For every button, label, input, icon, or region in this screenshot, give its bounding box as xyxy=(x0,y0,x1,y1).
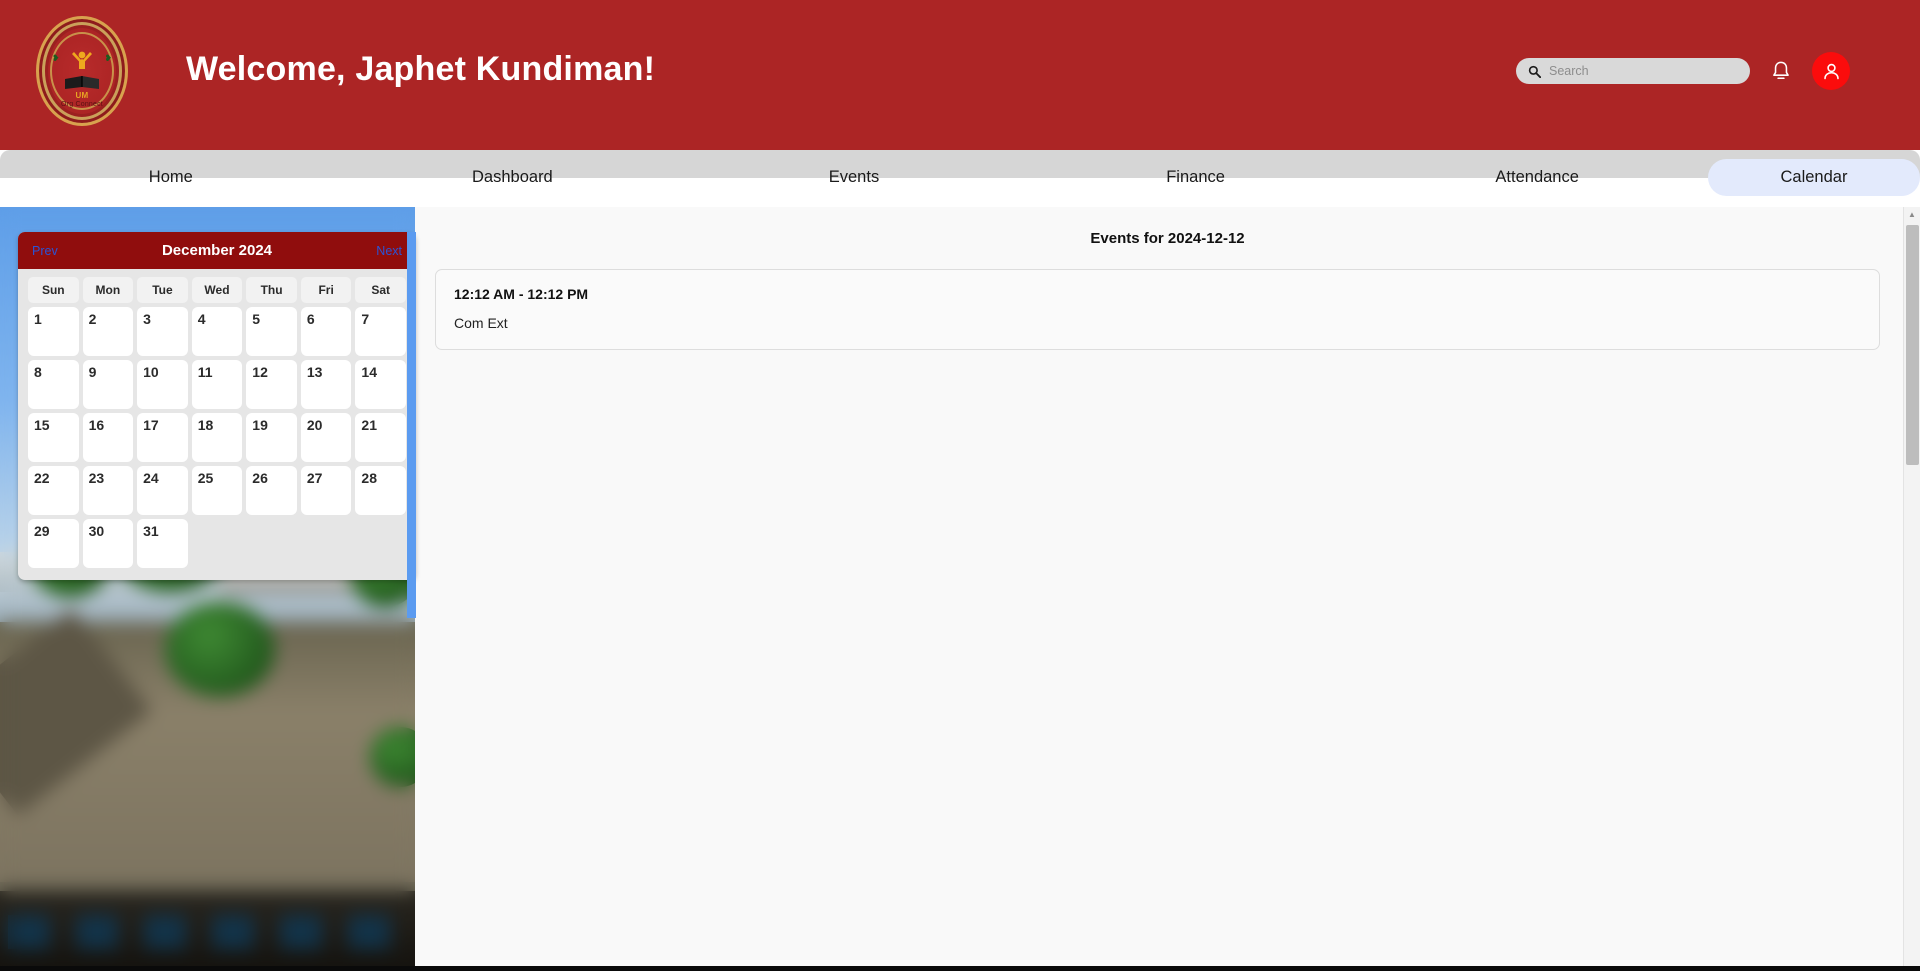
calendar-day-cell[interactable]: 27 xyxy=(300,466,352,515)
calendar-day-cell[interactable]: 12 xyxy=(246,360,297,409)
calendar-day-cell[interactable]: 8 xyxy=(28,360,79,409)
calendar-day-cell-empty xyxy=(246,519,297,568)
logo-oval-frame: ❥ ❥ UM Org Connect xyxy=(36,16,128,126)
app-header: ❥ ❥ UM Org Connect Welcome, Japhet Kundi… xyxy=(0,0,1920,150)
calendar-day-cell[interactable]: 21 xyxy=(355,413,406,462)
events-heading: Events for 2024-12-12 xyxy=(1090,230,1245,247)
event-card[interactable]: 12:12 AM - 12:12 PM Com Ext xyxy=(435,269,1880,350)
bell-icon xyxy=(1773,61,1789,80)
user-avatar-icon xyxy=(1823,63,1839,79)
calendar-day-cell[interactable]: 3 xyxy=(137,307,188,356)
logo-org-name: Org Connect xyxy=(61,101,103,108)
calendar-day-cell[interactable]: 15 xyxy=(28,413,79,462)
calendar-day-cell[interactable]: 10 xyxy=(137,360,188,409)
calendar-header: Prev December 2024 Next xyxy=(18,232,416,269)
calendar-page: ❥ ❥ UM Org Connect Welcome, Japhet Kundi… xyxy=(0,0,1920,971)
calendar-scrollbar[interactable] xyxy=(407,232,416,618)
calendar-day-cell[interactable]: 13 xyxy=(300,360,352,409)
header-actions xyxy=(1516,52,1850,90)
notifications-button[interactable] xyxy=(1768,57,1794,85)
main-nav-items: Home Dashboard Events Finance Attendance… xyxy=(0,152,1920,202)
events-panel: Events for 2024-12-12 12:12 AM - 12:12 P… xyxy=(415,207,1920,971)
search-box[interactable] xyxy=(1516,58,1750,84)
window-bottom-edge xyxy=(0,966,1920,971)
weekday-mon: Mon xyxy=(82,277,134,303)
scroll-up-arrow-icon[interactable]: ▲ xyxy=(1904,209,1920,221)
calendar-day-cell[interactable]: 24 xyxy=(137,466,188,515)
calendar-day-cell[interactable]: 25 xyxy=(191,466,243,515)
calendar-weekday-row: Sun Mon Tue Wed Thu Fri Sat xyxy=(28,277,406,303)
calendar-day-cell[interactable]: 19 xyxy=(246,413,297,462)
content-area: Prev December 2024 Next Sun Mon Tue Wed … xyxy=(0,207,1920,971)
calendar-widget: Prev December 2024 Next Sun Mon Tue Wed … xyxy=(18,232,416,580)
calendar-day-cell[interactable]: 16 xyxy=(82,413,134,462)
nav-item-finance[interactable]: Finance xyxy=(1025,159,1367,196)
calendar-next-button[interactable]: Next xyxy=(376,244,402,258)
calendar-day-cell[interactable]: 22 xyxy=(28,466,79,515)
search-input[interactable] xyxy=(1549,64,1738,78)
event-time: 12:12 AM - 12:12 PM xyxy=(454,286,589,302)
weekday-wed: Wed xyxy=(191,277,243,303)
weekday-sat: Sat xyxy=(355,277,406,303)
page-scrollbar[interactable]: ▲ xyxy=(1903,207,1920,971)
calendar-day-cell[interactable]: 26 xyxy=(246,466,297,515)
calendar-day-cell[interactable]: 31 xyxy=(137,519,188,568)
calendar-day-cell[interactable]: 23 xyxy=(82,466,134,515)
calendar-day-cell[interactable]: 7 xyxy=(355,307,406,356)
weekday-sun: Sun xyxy=(28,277,79,303)
page-title: Welcome, Japhet Kundiman! xyxy=(186,50,656,88)
calendar-day-cell-empty xyxy=(301,519,352,568)
calendar-day-cell[interactable]: 5 xyxy=(246,307,297,356)
user-avatar-button[interactable] xyxy=(1812,52,1850,90)
event-name: Com Ext xyxy=(454,315,508,331)
nav-item-calendar[interactable]: Calendar xyxy=(1707,158,1920,196)
calendar-day-grid: 1 2 3 4 5 6 7 8 9 10 11 12 13 14 15 16 1 xyxy=(28,307,406,568)
weekday-thu: Thu xyxy=(246,277,297,303)
calendar-day-cell[interactable]: 1 xyxy=(28,307,79,356)
calendar-day-cell[interactable]: 17 xyxy=(137,413,188,462)
calendar-day-cell[interactable]: 28 xyxy=(355,466,406,515)
nav-item-home[interactable]: Home xyxy=(0,159,342,196)
calendar-month-label: December 2024 xyxy=(161,242,273,259)
calendar-day-cell[interactable]: 6 xyxy=(300,307,352,356)
calendar-day-cell[interactable]: 30 xyxy=(82,519,134,568)
logo-book-icon xyxy=(65,76,99,89)
logo-laurel-right-icon: ❥ xyxy=(104,53,112,63)
search-icon xyxy=(1528,65,1541,78)
calendar-day-cell[interactable]: 18 xyxy=(191,413,243,462)
nav-item-events[interactable]: Events xyxy=(683,159,1025,196)
weekday-tue: Tue xyxy=(137,277,188,303)
calendar-day-cell[interactable]: 2 xyxy=(82,307,134,356)
calendar-day-cell[interactable]: 14 xyxy=(355,360,406,409)
weekday-fri: Fri xyxy=(300,277,352,303)
org-logo: ❥ ❥ UM Org Connect xyxy=(36,16,128,126)
calendar-day-cell-empty xyxy=(355,519,406,568)
scroll-thumb[interactable] xyxy=(1906,225,1919,465)
calendar-prev-button[interactable]: Prev xyxy=(32,244,58,258)
calendar-day-cell[interactable]: 20 xyxy=(300,413,352,462)
logo-monogram: UM xyxy=(75,91,89,100)
calendar-day-cell[interactable]: 4 xyxy=(191,307,243,356)
logo-laurel-left-icon: ❥ xyxy=(52,53,60,63)
calendar-day-cell[interactable]: 9 xyxy=(82,360,134,409)
nav-item-dashboard[interactable]: Dashboard xyxy=(342,159,684,196)
calendar-day-cell[interactable]: 11 xyxy=(191,360,243,409)
calendar-day-cell-empty xyxy=(192,519,243,568)
calendar-body: Sun Mon Tue Wed Thu Fri Sat 1 2 3 4 5 6 … xyxy=(18,269,416,580)
calendar-day-cell[interactable]: 29 xyxy=(28,519,79,568)
nav-item-attendance[interactable]: Attendance xyxy=(1366,159,1708,196)
